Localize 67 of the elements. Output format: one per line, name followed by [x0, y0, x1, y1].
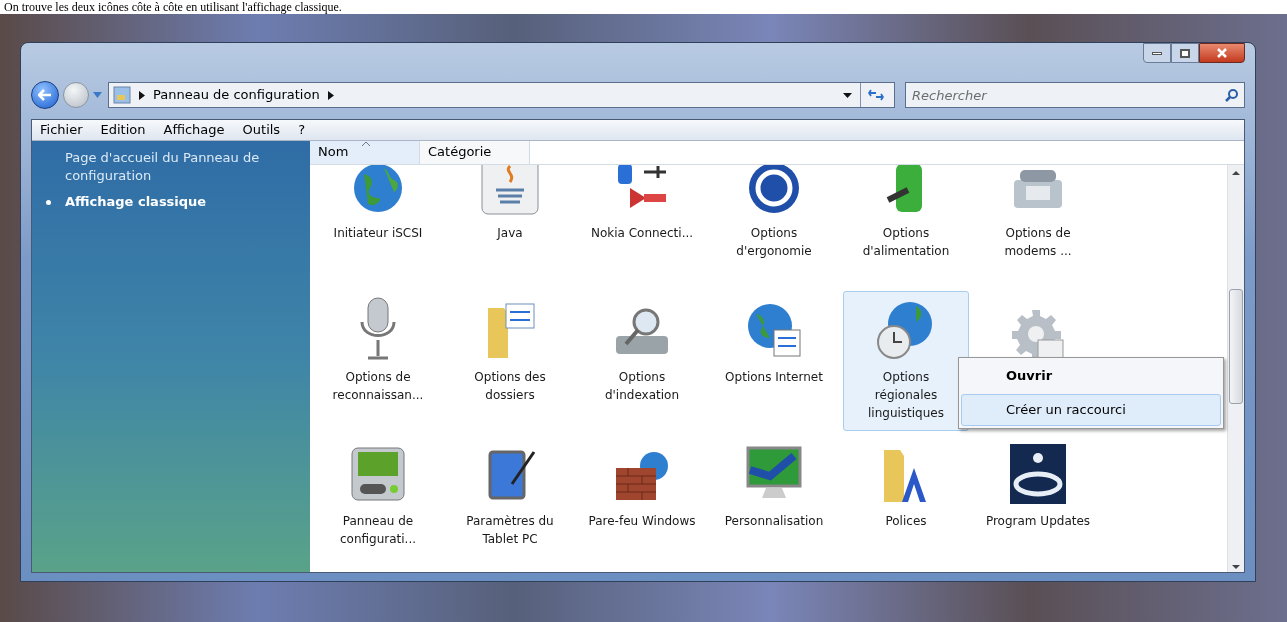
- sidebar-link[interactable]: Affichage classique: [46, 192, 300, 211]
- item-label: Options d'ergonomie: [735, 224, 813, 260]
- address-bar[interactable]: Panneau de configuration: [108, 82, 895, 108]
- control-panel-item[interactable]: Options d'alimentation: [843, 164, 969, 287]
- control-panel-item[interactable]: Polices: [843, 434, 969, 572]
- menu-item[interactable]: Fichier: [40, 120, 83, 140]
- control-panel-item[interactable]: Java: [447, 164, 573, 287]
- item-label: Paramètres du Tablet PC: [465, 512, 555, 548]
- search-field[interactable]: Rechercher: [905, 82, 1245, 108]
- breadcrumb-arrow-icon[interactable]: [139, 90, 145, 100]
- item-label: Options de reconnaissan...: [331, 368, 425, 404]
- control-panel-item[interactable]: Options de reconnaissan...: [315, 290, 441, 431]
- control-panel-item[interactable]: Options des dossiers: [447, 290, 573, 431]
- item-label: Java: [495, 224, 524, 242]
- close-button[interactable]: [1199, 43, 1245, 63]
- item-label: Options régionales linguistiques: [867, 368, 945, 422]
- column-header[interactable]: Catégorie: [420, 140, 530, 164]
- menu-item[interactable]: Affichage: [163, 120, 225, 140]
- breadcrumb-arrow-icon[interactable]: [327, 90, 334, 100]
- item-label: Polices: [884, 512, 928, 530]
- control-panel-item[interactable]: Options Internet: [711, 290, 837, 431]
- item-label: Initiateur iSCSI: [332, 224, 424, 242]
- control-panel-item[interactable]: Panneau de configurati...: [315, 434, 441, 572]
- back-arrow-icon: [38, 89, 52, 101]
- item-label: Personnalisation: [723, 512, 825, 530]
- refresh-arrows-icon: [867, 89, 884, 101]
- control-panel-item[interactable]: Program Updates: [975, 434, 1101, 572]
- control-panel-item[interactable]: Personnalisation: [711, 434, 837, 572]
- caption: On trouve les deux icônes côte à côte en utilisant l'affichage classique.: [3, 0, 343, 14]
- control-panel-icon: [113, 86, 131, 104]
- item-label: Panneau de configurati...: [338, 512, 418, 548]
- control-panel-item[interactable]: Pare-feu Windows: [579, 434, 705, 572]
- sidebar-link[interactable]: Page d'accueil du Panneau de configuration: [46, 148, 300, 185]
- scrollbar[interactable]: [1227, 164, 1244, 572]
- item-label: Options Internet: [724, 368, 824, 386]
- item-label: Options d'alimentation: [861, 224, 951, 260]
- control-panel-item[interactable]: Initiateur iSCSI: [315, 164, 441, 287]
- minimize-icon: [1152, 51, 1162, 55]
- control-panel-item[interactable]: Options d'indexation: [579, 290, 705, 431]
- item-label: Options des dossiers: [473, 368, 547, 404]
- control-panel-item[interactable]: Paramètres du Tablet PC: [447, 434, 573, 572]
- microphone-icon: [358, 295, 398, 360]
- maximize-icon: [1180, 48, 1190, 58]
- control-panel-item[interactable]: Options d'ergonomie: [711, 164, 837, 287]
- search-icon: [1225, 88, 1239, 102]
- breadcrumb-link[interactable]: Panneau de configuration: [153, 85, 320, 105]
- control-panel-item[interactable]: Nokia Connecti...: [579, 164, 705, 287]
- item-label: Program Updates: [984, 512, 1092, 530]
- minimize-button[interactable]: [1143, 43, 1171, 63]
- context-menu-item[interactable]: Créer un raccourci: [961, 393, 1221, 426]
- back-button[interactable]: [31, 81, 59, 109]
- disc-updates-icon: [1010, 443, 1066, 504]
- maximize-button[interactable]: [1171, 43, 1199, 63]
- control-panel-item[interactable]: Options régionales linguistiques: [843, 290, 969, 431]
- item-label: Nokia Connecti...: [589, 224, 695, 242]
- menu-item[interactable]: ?: [298, 120, 306, 140]
- scrollbar-thumb[interactable]: [1229, 288, 1243, 404]
- item-label: Options d'indexation: [603, 368, 681, 404]
- dropdown-caret-icon[interactable]: [843, 92, 852, 98]
- item-label: Options de modems ...: [1003, 224, 1073, 260]
- column-header[interactable]: Nom: [310, 140, 420, 164]
- coffee-cup-icon: [480, 164, 540, 216]
- item-label: Pare-feu Windows: [587, 512, 697, 530]
- menu-item[interactable]: Edition: [100, 120, 146, 140]
- control-panel-item[interactable]: Options de modems ...: [975, 164, 1101, 287]
- menu-item[interactable]: Outils: [242, 120, 281, 140]
- close-icon: [1217, 48, 1227, 58]
